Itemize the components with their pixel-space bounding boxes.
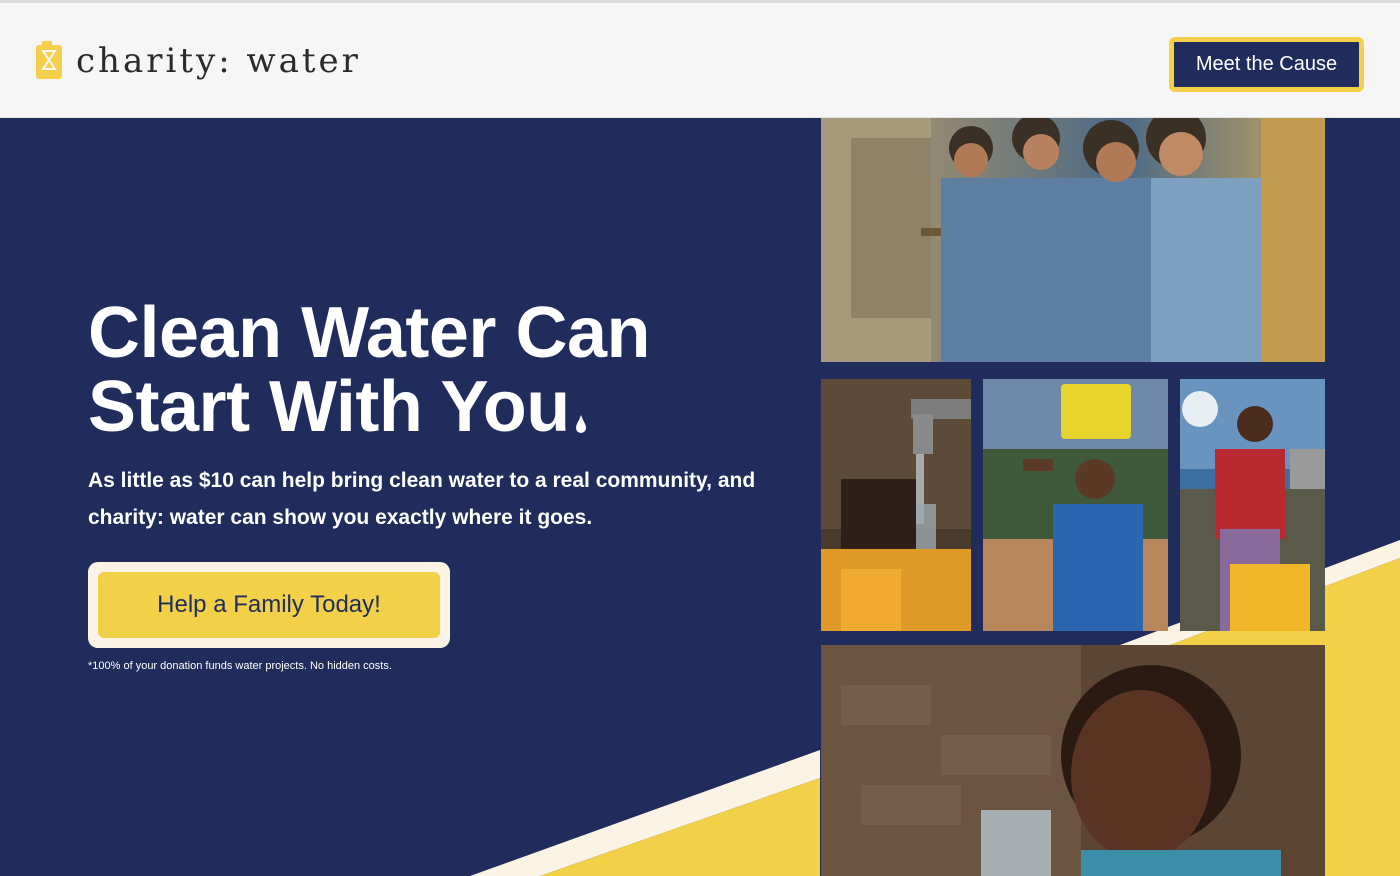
photo-glass-under-tap [821, 379, 971, 631]
donation-footnote: *100% of your donation funds water proje… [88, 660, 392, 672]
water-drop-icon [575, 415, 586, 433]
logo[interactable]: charity: water [34, 41, 361, 81]
headline-line-2-text: Start With You [88, 367, 570, 447]
headline-line-2: Start With You [88, 370, 788, 444]
photo-children-at-tap [821, 118, 1325, 362]
hero-subcopy: As little as $10 can help bring clean wa… [88, 469, 756, 529]
logo-text: charity: water [76, 41, 361, 81]
hero-headline: Clean Water Can Start With You [88, 296, 788, 444]
photo-woman-carrying-jerrycan [983, 379, 1168, 631]
photo-girls-at-tap [1180, 379, 1325, 631]
photo-woman-drinking-water [821, 645, 1325, 876]
hero-section: Clean Water Can Start With You As little… [0, 118, 1400, 876]
help-a-family-button[interactable]: Help a Family Today! [98, 572, 440, 638]
meet-the-cause-button[interactable]: Meet the Cause [1169, 37, 1364, 92]
headline-line-1: Clean Water Can [88, 293, 650, 373]
site-header: charity: water Meet the Cause [0, 3, 1400, 118]
donate-button-frame: Help a Family Today! [88, 562, 450, 648]
jerrycan-icon [36, 41, 62, 79]
